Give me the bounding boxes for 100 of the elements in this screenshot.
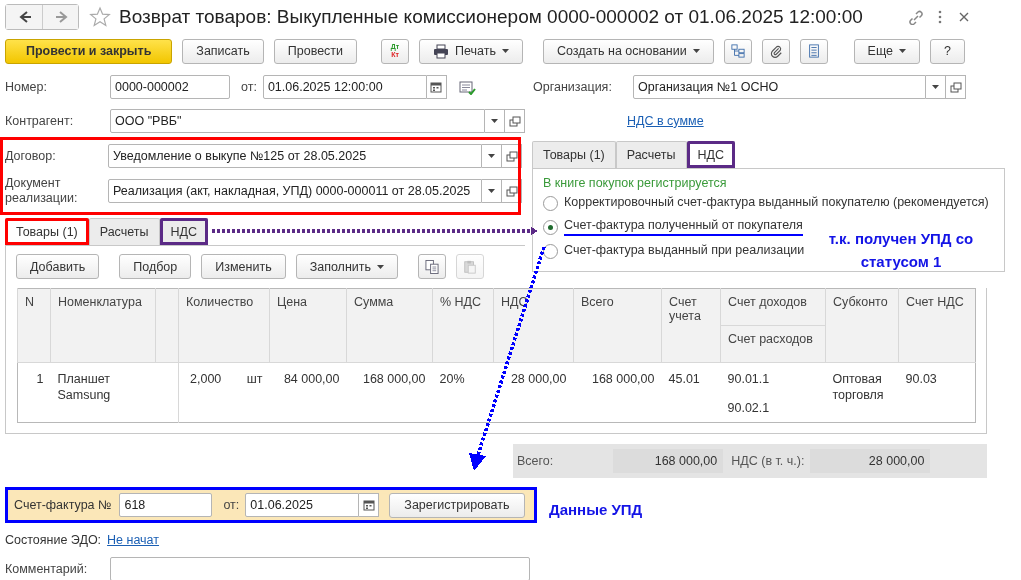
input-field[interactable]: 01.06.2025 12:00:00 [262,75,427,99]
dropdown-button[interactable] [482,179,502,203]
input-field[interactable]: 01.06.2025 [245,493,360,517]
open-icon [949,81,962,93]
unit-label: шт [246,371,263,387]
printer-icon [433,43,450,59]
toolbar-button[interactable]: Изменить [201,254,286,279]
section-heading: В книге покупок регистрируется [543,175,728,192]
caret-icon [899,49,907,53]
column-header: Цена [269,288,347,363]
menu-button[interactable]: Еще [853,38,921,64]
tab[interactable]: НДС [686,141,736,168]
calendar-button[interactable] [359,493,380,517]
option-label: Счет-фактура выданный при реализации [564,243,805,259]
calendar-icon [362,499,375,511]
status-link[interactable]: Не начат [107,533,160,547]
column-header: % НДС [432,288,494,363]
table-cell: 168 000,00 [362,372,426,386]
caret-icon [491,119,498,123]
paste-icon [463,258,478,275]
more-icon[interactable] [937,9,943,25]
column-header: Счет учета [661,288,721,363]
post-close-button[interactable]: Провести и закрыть [5,38,173,64]
table-cell-text: 90.02.1 [727,400,771,416]
menu-button[interactable]: Заполнить [295,254,399,279]
field-label: Организация: [533,80,613,94]
list-icon [806,43,821,59]
tab[interactable]: Расчеты [615,141,687,168]
calendar-icon [430,81,443,93]
radio-button[interactable] [543,195,558,211]
field-label: Контрагент: [5,114,75,128]
toolbar-button[interactable]: Провести [273,38,358,64]
dropdown-button[interactable] [485,109,505,133]
totals-label: Всего: [517,454,554,468]
table-cell-text: 90.01.1 [727,371,771,387]
tab[interactable]: Расчеты [88,218,160,245]
table-cell: Оптовая торговля [832,372,884,402]
print-button[interactable]: Печать [419,38,523,64]
field-label: Номер: [5,80,48,94]
dropdown-button[interactable] [482,144,502,168]
list-button[interactable] [799,38,828,64]
table-cell: 2,000 [190,371,222,387]
option-label: Корректировочный счет-фактура выданный покупателю (рекомендуется) [564,195,989,211]
tab[interactable]: Товары (1) [5,218,89,245]
field-label: Документ реализации: [5,176,79,206]
totals-value: 28 000,00 [810,449,931,473]
open-button[interactable] [946,75,966,99]
link-icon[interactable] [907,9,923,25]
toolbar-button[interactable]: Подбор [119,254,192,279]
column-header: Количество [178,288,270,363]
table-cell: 28 000,00 [510,372,567,386]
toolbar-button[interactable]: ? [930,38,965,64]
copy-button[interactable] [418,254,447,279]
dropdown-button[interactable] [926,75,946,99]
input-field[interactable]: 618 [119,493,213,517]
column-header: Счет доходов [720,288,826,326]
window-title: Возврат товаров: Выкупленные комиссионером 0000-000002 от 01.06.2025 12:00:00 [119,6,863,28]
radio-button[interactable] [543,243,558,259]
table-cell: 168 000,00 [591,372,655,386]
open-button[interactable] [502,179,522,203]
table-cell: Планшет Samsung [57,372,111,402]
tab[interactable]: Товары (1) [532,141,616,168]
open-icon [505,185,518,197]
open-button[interactable] [502,144,522,168]
input-field[interactable]: Уведомление о выкупе №125 от 28.05.2025 [108,144,482,168]
toolbar-button[interactable]: Записать [182,38,264,64]
caret-icon [488,189,495,193]
toolbar-button[interactable]: Добавить [16,254,100,279]
column-header: Счет НДС [898,288,976,363]
input-field[interactable]: Организация №1 ОСНО [633,75,926,99]
totals-label: НДС (в т. ч.): [731,454,805,468]
back-button[interactable] [6,5,42,29]
vat-link[interactable]: НДС в сумме [627,114,704,128]
tab[interactable]: НДС [159,218,209,245]
open-icon [505,150,518,162]
close-icon[interactable] [957,10,971,24]
field-label: Состояние ЭДО: [5,533,102,547]
input-field[interactable]: Реализация (акт, накладная, УПД) 0000-000011 от 28.05.2025 [108,179,482,203]
radio-button[interactable] [543,219,558,235]
caret-icon [692,49,700,53]
column-header: N [17,288,51,363]
menu-button[interactable]: Создать на основании [543,38,714,64]
copy-icon [425,258,440,275]
register-button[interactable]: Зарегистрировать [389,492,525,518]
star-icon[interactable] [89,6,111,28]
table-cell: 1 [36,372,44,386]
input-field[interactable] [110,557,530,580]
document-check-icon[interactable] [458,79,476,95]
structure-button[interactable] [723,38,752,64]
annotation-text: Данные УПД [549,500,643,518]
input-field[interactable]: 0000-000002 [110,75,230,99]
paperclip-icon [768,43,783,59]
column-header: НДС [493,288,574,363]
column-header: Субконто [825,288,899,363]
field-label: Комментарий: [5,562,89,576]
structure-icon [730,43,745,59]
calendar-button[interactable] [426,75,447,99]
input-field[interactable]: ООО "РВБ" [110,109,485,133]
attach-button[interactable] [761,38,790,64]
open-button[interactable] [505,109,525,133]
